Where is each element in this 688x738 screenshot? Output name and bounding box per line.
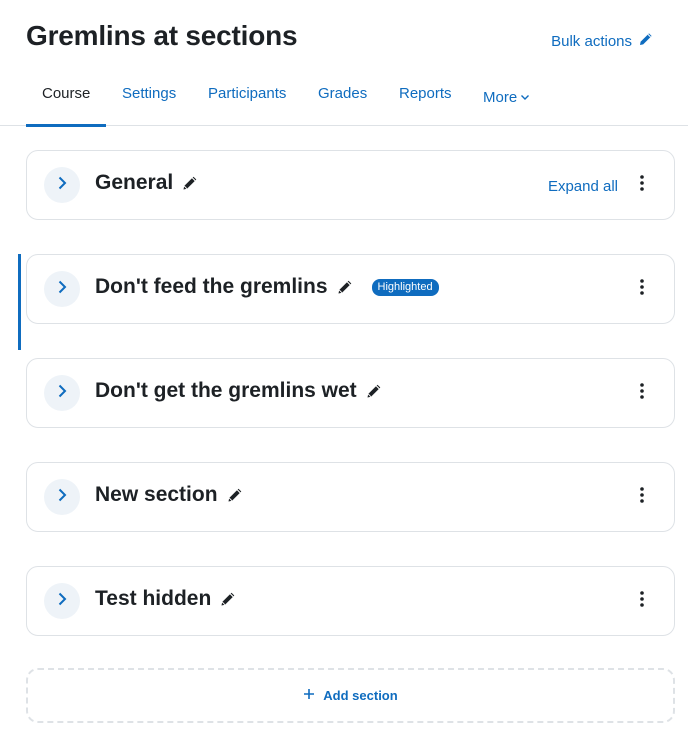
section-dont-feed-the-gremlins: Don't feed the gremlins Highlighted xyxy=(26,254,675,324)
highlighted-badge: Highlighted xyxy=(371,278,439,296)
section-title: Test hidden xyxy=(95,587,237,611)
kebab-menu-icon[interactable] xyxy=(634,487,650,507)
tab-reports[interactable]: Reports xyxy=(399,70,452,126)
chevron-right-icon xyxy=(56,176,68,195)
kebab-menu-icon[interactable] xyxy=(634,591,650,611)
section-test-hidden: Test hidden xyxy=(26,566,675,636)
section-title-label[interactable]: Test hidden xyxy=(95,587,211,611)
section-collapse-button[interactable] xyxy=(44,583,80,619)
add-section-button[interactable]: Add section xyxy=(26,668,675,723)
pencil-icon[interactable] xyxy=(226,486,244,504)
section-new-section: New section xyxy=(26,462,675,532)
tab-grades[interactable]: Grades xyxy=(318,70,367,126)
pencil-icon[interactable] xyxy=(365,382,383,400)
section-collapse-button[interactable] xyxy=(44,375,80,411)
section-title-label[interactable]: General xyxy=(95,171,173,195)
course-nav-tabs: Course Settings Participants Grades Repo… xyxy=(0,70,688,127)
section-title: New section xyxy=(95,483,244,507)
expand-all-link[interactable]: Expand all xyxy=(548,178,618,195)
pencil-icon[interactable] xyxy=(181,174,199,192)
section-title: Don't get the gremlins wet xyxy=(95,379,383,403)
tab-more[interactable]: More xyxy=(483,70,530,126)
section-title: General xyxy=(95,171,199,195)
section-title-label[interactable]: Don't feed the gremlins xyxy=(95,275,328,299)
section-title: Don't feed the gremlins Highlighted xyxy=(95,275,439,299)
tab-participants[interactable]: Participants xyxy=(208,70,286,126)
pencil-icon[interactable] xyxy=(219,590,237,608)
highlight-indicator xyxy=(18,254,21,350)
chevron-right-icon xyxy=(56,488,68,507)
bulk-actions-label: Bulk actions xyxy=(551,32,632,50)
pencil-icon xyxy=(638,31,654,51)
kebab-menu-icon[interactable] xyxy=(634,383,650,403)
section-title-label[interactable]: New section xyxy=(95,483,218,507)
tab-more-label: More xyxy=(483,89,518,106)
kebab-menu-icon[interactable] xyxy=(634,175,650,195)
bulk-actions-button[interactable]: Bulk actions xyxy=(551,31,654,51)
chevron-down-icon xyxy=(520,74,530,122)
pencil-icon[interactable] xyxy=(336,278,354,296)
kebab-menu-icon[interactable] xyxy=(634,279,650,299)
chevron-right-icon xyxy=(56,384,68,403)
section-collapse-button[interactable] xyxy=(44,167,80,203)
page-title: Gremlins at sections xyxy=(26,20,298,51)
section-collapse-button[interactable] xyxy=(44,479,80,515)
section-title-label[interactable]: Don't get the gremlins wet xyxy=(95,379,357,403)
tab-settings[interactable]: Settings xyxy=(122,70,176,126)
plus-icon xyxy=(303,688,315,703)
section-dont-get-the-gremlins-wet: Don't get the gremlins wet xyxy=(26,358,675,428)
tab-course[interactable]: Course xyxy=(26,70,106,127)
section-general: General Expand all xyxy=(26,150,675,220)
chevron-right-icon xyxy=(56,592,68,611)
chevron-right-icon xyxy=(56,280,68,299)
add-section-label: Add section xyxy=(323,688,398,703)
page-header: Gremlins at sections Bulk actions xyxy=(0,0,688,70)
section-collapse-button[interactable] xyxy=(44,271,80,307)
